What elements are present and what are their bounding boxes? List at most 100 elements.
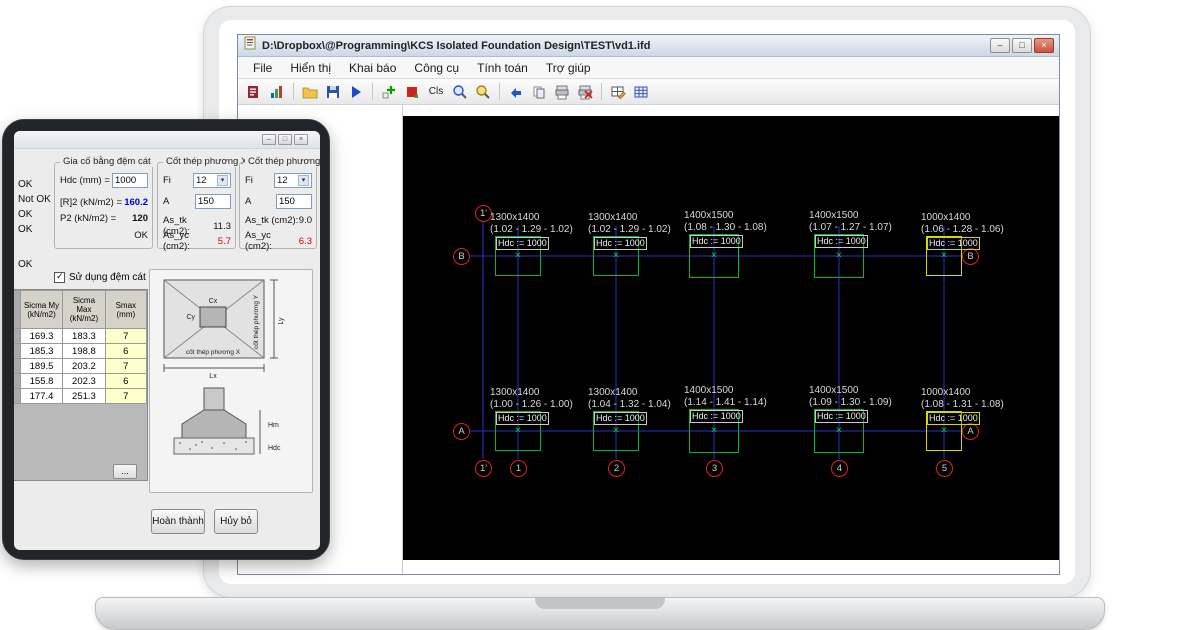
minimize-button[interactable]: – bbox=[990, 38, 1010, 53]
cls-button[interactable]: Cls bbox=[424, 82, 448, 102]
foundation-label: 1400x1500(1.14 - 1.41 - 1.14) bbox=[684, 385, 767, 408]
grid-row[interactable]: 169.3183.37 bbox=[14, 329, 147, 344]
diagram-drawing: Cx Cy cốt thép phương X cốt thép phương … bbox=[150, 270, 312, 492]
foundation-B3[interactable]: 1400x1500(1.08 - 1.30 - 1.08) Hdc := 100… bbox=[689, 234, 739, 278]
grid-header: Sicma My (kN/m2) bbox=[20, 291, 62, 329]
dialog-minimize-button[interactable]: – bbox=[262, 134, 276, 145]
hdc-label: Hdc (mm) = bbox=[60, 175, 110, 186]
checkbox-label: Sử dụng đệm cát bbox=[69, 272, 146, 283]
status-item: OK bbox=[18, 222, 51, 237]
chart-icon[interactable] bbox=[266, 82, 288, 102]
stage: D:\Dropbox\@Programming\KCS Isolated Fou… bbox=[0, 0, 1200, 630]
group-rebar-x: Cốt thép phương X Fi 12 ▾ A As_tk (cm2): bbox=[157, 162, 236, 249]
more-button[interactable]: ... bbox=[113, 464, 137, 479]
grid-row[interactable]: 155.8202.36 bbox=[14, 374, 147, 389]
asyc-value: 6.3 bbox=[299, 236, 312, 247]
menu-file[interactable]: File bbox=[244, 59, 281, 77]
toolbar-separator bbox=[293, 83, 294, 100]
run-icon[interactable] bbox=[345, 82, 367, 102]
use-sand-cushion-checkbox[interactable]: Sử dụng đệm cát bbox=[54, 272, 146, 283]
foundation-B4[interactable]: 1400x1500(1.07 - 1.27 - 1.07) Hdc := 100… bbox=[814, 234, 864, 278]
cy-label: Cy bbox=[186, 314, 195, 321]
axis-bubble-4: 4 bbox=[831, 460, 848, 477]
copy-icon[interactable] bbox=[528, 82, 550, 102]
save-icon[interactable] bbox=[322, 82, 344, 102]
stop-icon[interactable] bbox=[401, 82, 423, 102]
checkbox-icon[interactable] bbox=[54, 272, 65, 283]
cushion-status: OK bbox=[134, 230, 148, 241]
rebar-x-label: cốt thép phương X bbox=[186, 347, 241, 356]
pan-icon[interactable] bbox=[505, 82, 527, 102]
menu-khai-bao[interactable]: Khai báo bbox=[340, 59, 405, 77]
zoom-window-icon[interactable] bbox=[472, 82, 494, 102]
dialog-close-button[interactable]: × bbox=[294, 134, 308, 145]
foundation-A3[interactable]: 1400x1500(1.14 - 1.41 - 1.14) Hdc := 100… bbox=[689, 409, 739, 453]
status-item: OK bbox=[18, 257, 51, 272]
a-input[interactable] bbox=[276, 194, 312, 209]
maximize-button[interactable]: □ bbox=[1012, 38, 1032, 53]
asyc-value: 5.7 bbox=[218, 236, 231, 247]
foundation-B2[interactable]: 1300x1400(1.02 - 1.29 - 1.02) Hdc := 100… bbox=[593, 236, 639, 276]
grid-header: Smax (mm) bbox=[105, 291, 146, 329]
app-icon bbox=[243, 36, 257, 55]
group-title: Cốt thép phương Y bbox=[245, 156, 320, 167]
print-cancel-icon[interactable] bbox=[574, 82, 596, 102]
grid-row[interactable]: 185.3198.86 bbox=[14, 344, 147, 359]
toolbar: Cls bbox=[238, 79, 1059, 105]
foundation-hdc: Hdc := 1000 bbox=[496, 412, 549, 425]
open-icon[interactable] bbox=[299, 82, 321, 102]
axis-bubble-2: 2 bbox=[608, 460, 625, 477]
astk-value: 9.0 bbox=[299, 215, 312, 226]
add-node-icon[interactable] bbox=[378, 82, 400, 102]
foundation-A4[interactable]: 1400x1500(1.09 - 1.30 - 1.09) Hdc := 100… bbox=[814, 409, 864, 453]
menu-tinh-toan[interactable]: Tính toán bbox=[468, 59, 537, 77]
dropdown-arrow-icon: ▾ bbox=[217, 175, 228, 186]
finish-button[interactable]: Hoàn thành bbox=[151, 509, 205, 534]
close-button[interactable]: × bbox=[1034, 38, 1054, 53]
a-label: A bbox=[163, 196, 169, 207]
a-input[interactable] bbox=[195, 194, 231, 209]
r2-label: [R]2 (kN/m2) = bbox=[60, 197, 122, 208]
fi-label: Fi bbox=[245, 175, 253, 186]
menu-cong-cu[interactable]: Công cụ bbox=[405, 59, 468, 77]
menubar: File Hiển thị Khai báo Công cụ Tính toán… bbox=[238, 57, 1059, 79]
window-titlebar[interactable]: D:\Dropbox\@Programming\KCS Isolated Fou… bbox=[238, 35, 1059, 57]
zoom-extents-icon[interactable] bbox=[449, 82, 471, 102]
menu-hien-thi[interactable]: Hiển thị bbox=[281, 59, 340, 77]
axis-bubble-5: 5 bbox=[936, 460, 953, 477]
foundation-B1[interactable]: 1300x1400(1.02 - 1.29 - 1.02) Hdc := 100… bbox=[495, 236, 541, 276]
fi-select[interactable]: 12 ▾ bbox=[193, 173, 231, 188]
grid-row[interactable]: 189.5203.27 bbox=[14, 359, 147, 374]
foundation-A2[interactable]: 1300x1400(1.04 - 1.32 - 1.04) Hdc := 100… bbox=[593, 411, 639, 451]
cancel-button[interactable]: Hủy bỏ bbox=[214, 509, 258, 534]
grid-row[interactable]: 177.4251.37 bbox=[14, 389, 147, 404]
menu-tro-giup[interactable]: Trợ giúp bbox=[537, 59, 600, 77]
foundation-label: 1400x1500(1.09 - 1.30 - 1.09) bbox=[809, 385, 892, 408]
hdc-input[interactable] bbox=[112, 173, 148, 188]
print-icon[interactable] bbox=[551, 82, 573, 102]
foundation-B5[interactable]: 1000x1400(1.06 - 1.28 - 1.06) Hdc := 100… bbox=[926, 236, 962, 276]
foundation-label: 1300x1400(1.04 - 1.32 - 1.04) bbox=[588, 387, 671, 410]
dialog-maximize-button[interactable]: □ bbox=[278, 134, 292, 145]
fi-select[interactable]: 12 ▾ bbox=[274, 173, 312, 188]
foundation-A5[interactable]: 1000x1400(1.08 - 1.31 - 1.08) Hdc := 100… bbox=[926, 411, 962, 451]
app-window: D:\Dropbox\@Programming\KCS Isolated Fou… bbox=[237, 34, 1060, 575]
ly-label: Ly bbox=[278, 317, 285, 325]
tablet-frame: – □ × OK Not OK OK OK OK Gia cố bằng đệm… bbox=[2, 119, 330, 560]
grid-lines bbox=[403, 116, 1059, 560]
foundation-hdc: Hdc := 1000 bbox=[690, 410, 743, 423]
foundation-A1[interactable]: 1300x1400(1.00 - 1.26 - 1.00) Hdc := 100… bbox=[495, 411, 541, 451]
asyc-label: As_yc (cm2): bbox=[163, 230, 218, 252]
axis-bubble-B-left: B bbox=[453, 248, 470, 265]
axis-bubble-A-left: A bbox=[453, 423, 470, 440]
toolbar-separator bbox=[499, 83, 500, 100]
axis-bubble-A-right: A bbox=[962, 423, 979, 440]
results-grid[interactable]: Sicma My (kN/m2) Sicma Max (kN/m2) Smax … bbox=[14, 289, 148, 481]
results-icon[interactable] bbox=[243, 82, 265, 102]
edit-table-icon[interactable] bbox=[607, 82, 629, 102]
cad-canvas[interactable]: B B A A 1' 1' 1 2 3 4 5 1300x1400(1.02 -… bbox=[403, 116, 1059, 560]
table-icon[interactable] bbox=[630, 82, 652, 102]
laptop-base-notch bbox=[535, 598, 665, 609]
group-sand-cushion: Gia cố bằng đệm cát Hdc (mm) = [R]2 (kN/… bbox=[54, 162, 153, 249]
group-title: Cốt thép phương X bbox=[163, 156, 250, 167]
